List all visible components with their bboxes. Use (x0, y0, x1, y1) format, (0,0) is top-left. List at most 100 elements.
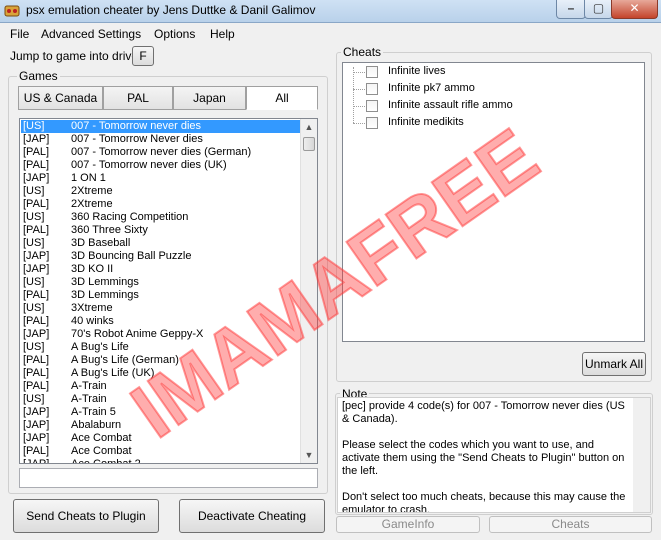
unmark-all-button[interactable]: Unmark All (582, 352, 646, 376)
list-item[interactable]: [US] 3D Baseball (21, 237, 301, 250)
menu-advanced-settings[interactable]: Advanced Settings (41, 27, 141, 41)
send-cheats-label: Send Cheats to Plugin (26, 509, 146, 523)
menu-file[interactable]: File (10, 27, 29, 41)
menu-options[interactable]: Options (154, 27, 195, 41)
list-item[interactable]: [PAL] 007 - Tomorrow never dies (German) (21, 146, 301, 159)
scroll-down-icon[interactable]: ▼ (301, 447, 317, 463)
title-bar[interactable]: psx emulation cheater by Jens Duttke & D… (0, 0, 661, 23)
list-item[interactable]: [PAL] 40 winks (21, 315, 301, 328)
game-region: [JAP] (23, 250, 50, 262)
game-region: [US] (23, 237, 45, 249)
cheats-button-label: Cheats (551, 517, 590, 531)
game-region: [US] (23, 276, 45, 288)
scroll-up-icon[interactable]: ▲ (301, 119, 317, 135)
games-group-title: Games (17, 69, 60, 83)
drive-button[interactable]: F (132, 46, 154, 66)
list-item[interactable]: [JAP] Abalaburn (21, 419, 301, 432)
list-item[interactable]: [US] A-Train (21, 393, 301, 406)
list-item[interactable]: [PAL] A Bug's Life (German) (21, 354, 301, 367)
list-item[interactable]: [PAL] 3D Lemmings (21, 289, 301, 302)
gameinfo-label: GameInfo (381, 517, 435, 531)
list-item[interactable]: [US] A Bug's Life (21, 341, 301, 354)
cheat-checkbox[interactable] (366, 100, 378, 112)
list-item[interactable]: [JAP] Ace Combat (21, 432, 301, 445)
close-icon: ✕ (629, 1, 640, 15)
maximize-icon: ▢ (592, 1, 605, 15)
game-name: 3D KO II (71, 263, 114, 275)
game-name: Ace Combat (71, 445, 132, 457)
list-item[interactable]: [JAP] 007 - Tomorrow Never dies (21, 133, 301, 146)
game-region: [JAP] (23, 419, 50, 431)
tree-connector (353, 106, 365, 107)
list-item[interactable]: [JAP] A-Train 5 (21, 406, 301, 419)
scroll-thumb[interactable] (303, 137, 315, 151)
list-item[interactable]: [JAP] 70's Robot Anime Geppy-X (21, 328, 301, 341)
note-scrollbar[interactable] (633, 398, 650, 512)
list-item[interactable]: [PAL] A Bug's Life (UK) (21, 367, 301, 380)
cheats-tree[interactable]: Infinite lives Infinite pk7 ammo Infinite … (342, 62, 645, 342)
list-item[interactable]: [US] 007 - Tomorrow never dies (21, 120, 301, 133)
game-region: [JAP] (23, 406, 50, 418)
list-item[interactable]: [US] 2Xtreme (21, 185, 301, 198)
tab-us-canada[interactable]: US & Canada (18, 86, 103, 110)
list-item[interactable]: [JAP] 3D Bouncing Ball Puzzle (21, 250, 301, 263)
game-region: [PAL] (23, 198, 50, 210)
deactivate-cheating-label: Deactivate Cheating (197, 509, 307, 523)
games-list[interactable]: [US] 007 - Tomorrow never dies [JAP] 007 - … (19, 118, 318, 464)
game-region: [PAL] (23, 289, 50, 301)
game-region: [PAL] (23, 146, 50, 158)
list-item[interactable]: [PAL] 2Xtreme (21, 198, 301, 211)
game-search-input[interactable] (19, 468, 318, 488)
list-item[interactable]: [US] 360 Racing Competition (21, 211, 301, 224)
cheats-button[interactable]: Cheats (489, 516, 652, 533)
tab-japan[interactable]: Japan (173, 86, 246, 110)
list-item[interactable]: [PAL] A-Train (21, 380, 301, 393)
list-item[interactable]: [PAL] 360 Three Sixty (21, 224, 301, 237)
list-item[interactable]: [JAP] Ace Combat 2 (21, 458, 301, 464)
tab-all[interactable]: All (246, 86, 318, 110)
tree-connector (353, 72, 365, 73)
games-list-scrollbar[interactable]: ▲ ▼ (300, 119, 317, 463)
send-cheats-button[interactable]: Send Cheats to Plugin (13, 499, 159, 533)
list-item[interactable]: [JAP] 1 ON 1 (21, 172, 301, 185)
list-item[interactable]: [US] 3D Lemmings (21, 276, 301, 289)
cheats-group-title: Cheats (341, 45, 384, 59)
note-text: [pec] provide 4 code(s) for 007 - Tomorr… (342, 400, 626, 513)
list-item[interactable]: [PAL] Ace Combat (21, 445, 301, 458)
tab-pal[interactable]: PAL (103, 86, 173, 110)
cheat-checkbox[interactable] (366, 66, 378, 78)
list-item[interactable]: [JAP] 3D KO II (21, 263, 301, 276)
list-item[interactable]: [US] 3Xtreme (21, 302, 301, 315)
gameinfo-button[interactable]: GameInfo (336, 516, 480, 533)
game-region: [PAL] (23, 445, 50, 457)
game-region: [US] (23, 120, 45, 132)
game-name: Ace Combat 2 (71, 458, 141, 464)
game-name: 007 - Tomorrow never dies (German) (71, 146, 252, 158)
game-region: [US] (23, 185, 45, 197)
game-name: 3Xtreme (71, 302, 113, 314)
game-region: [PAL] (23, 380, 50, 392)
cheat-checkbox[interactable] (366, 117, 378, 129)
game-name: Ace Combat (71, 432, 132, 444)
game-name: A-Train (71, 380, 107, 392)
game-region: [JAP] (23, 263, 50, 275)
list-item[interactable]: [PAL] 007 - Tomorrow never dies (UK) (21, 159, 301, 172)
maximize-button[interactable]: ▢ (584, 0, 613, 19)
game-name: 3D Lemmings (71, 289, 139, 301)
game-region: [PAL] (23, 224, 50, 236)
game-region: [PAL] (23, 367, 50, 379)
menu-help[interactable]: Help (210, 27, 235, 41)
game-name: 007 - Tomorrow never dies (UK) (71, 159, 227, 171)
app-icon (4, 5, 20, 17)
cheat-checkbox[interactable] (366, 83, 378, 95)
note-box[interactable]: [pec] provide 4 code(s) for 007 - Tomorr… (337, 397, 651, 513)
app-window: psx emulation cheater by Jens Duttke & D… (0, 0, 661, 540)
game-name: 360 Racing Competition (71, 211, 189, 223)
game-region: [JAP] (23, 432, 50, 444)
game-name: Abalaburn (71, 419, 122, 431)
deactivate-cheating-button[interactable]: Deactivate Cheating (179, 499, 325, 533)
minimize-button[interactable]: – (556, 0, 586, 19)
game-name: A-Train (71, 393, 107, 405)
game-name: A Bug's Life (German) (71, 354, 179, 366)
close-button[interactable]: ✕ (611, 0, 658, 19)
